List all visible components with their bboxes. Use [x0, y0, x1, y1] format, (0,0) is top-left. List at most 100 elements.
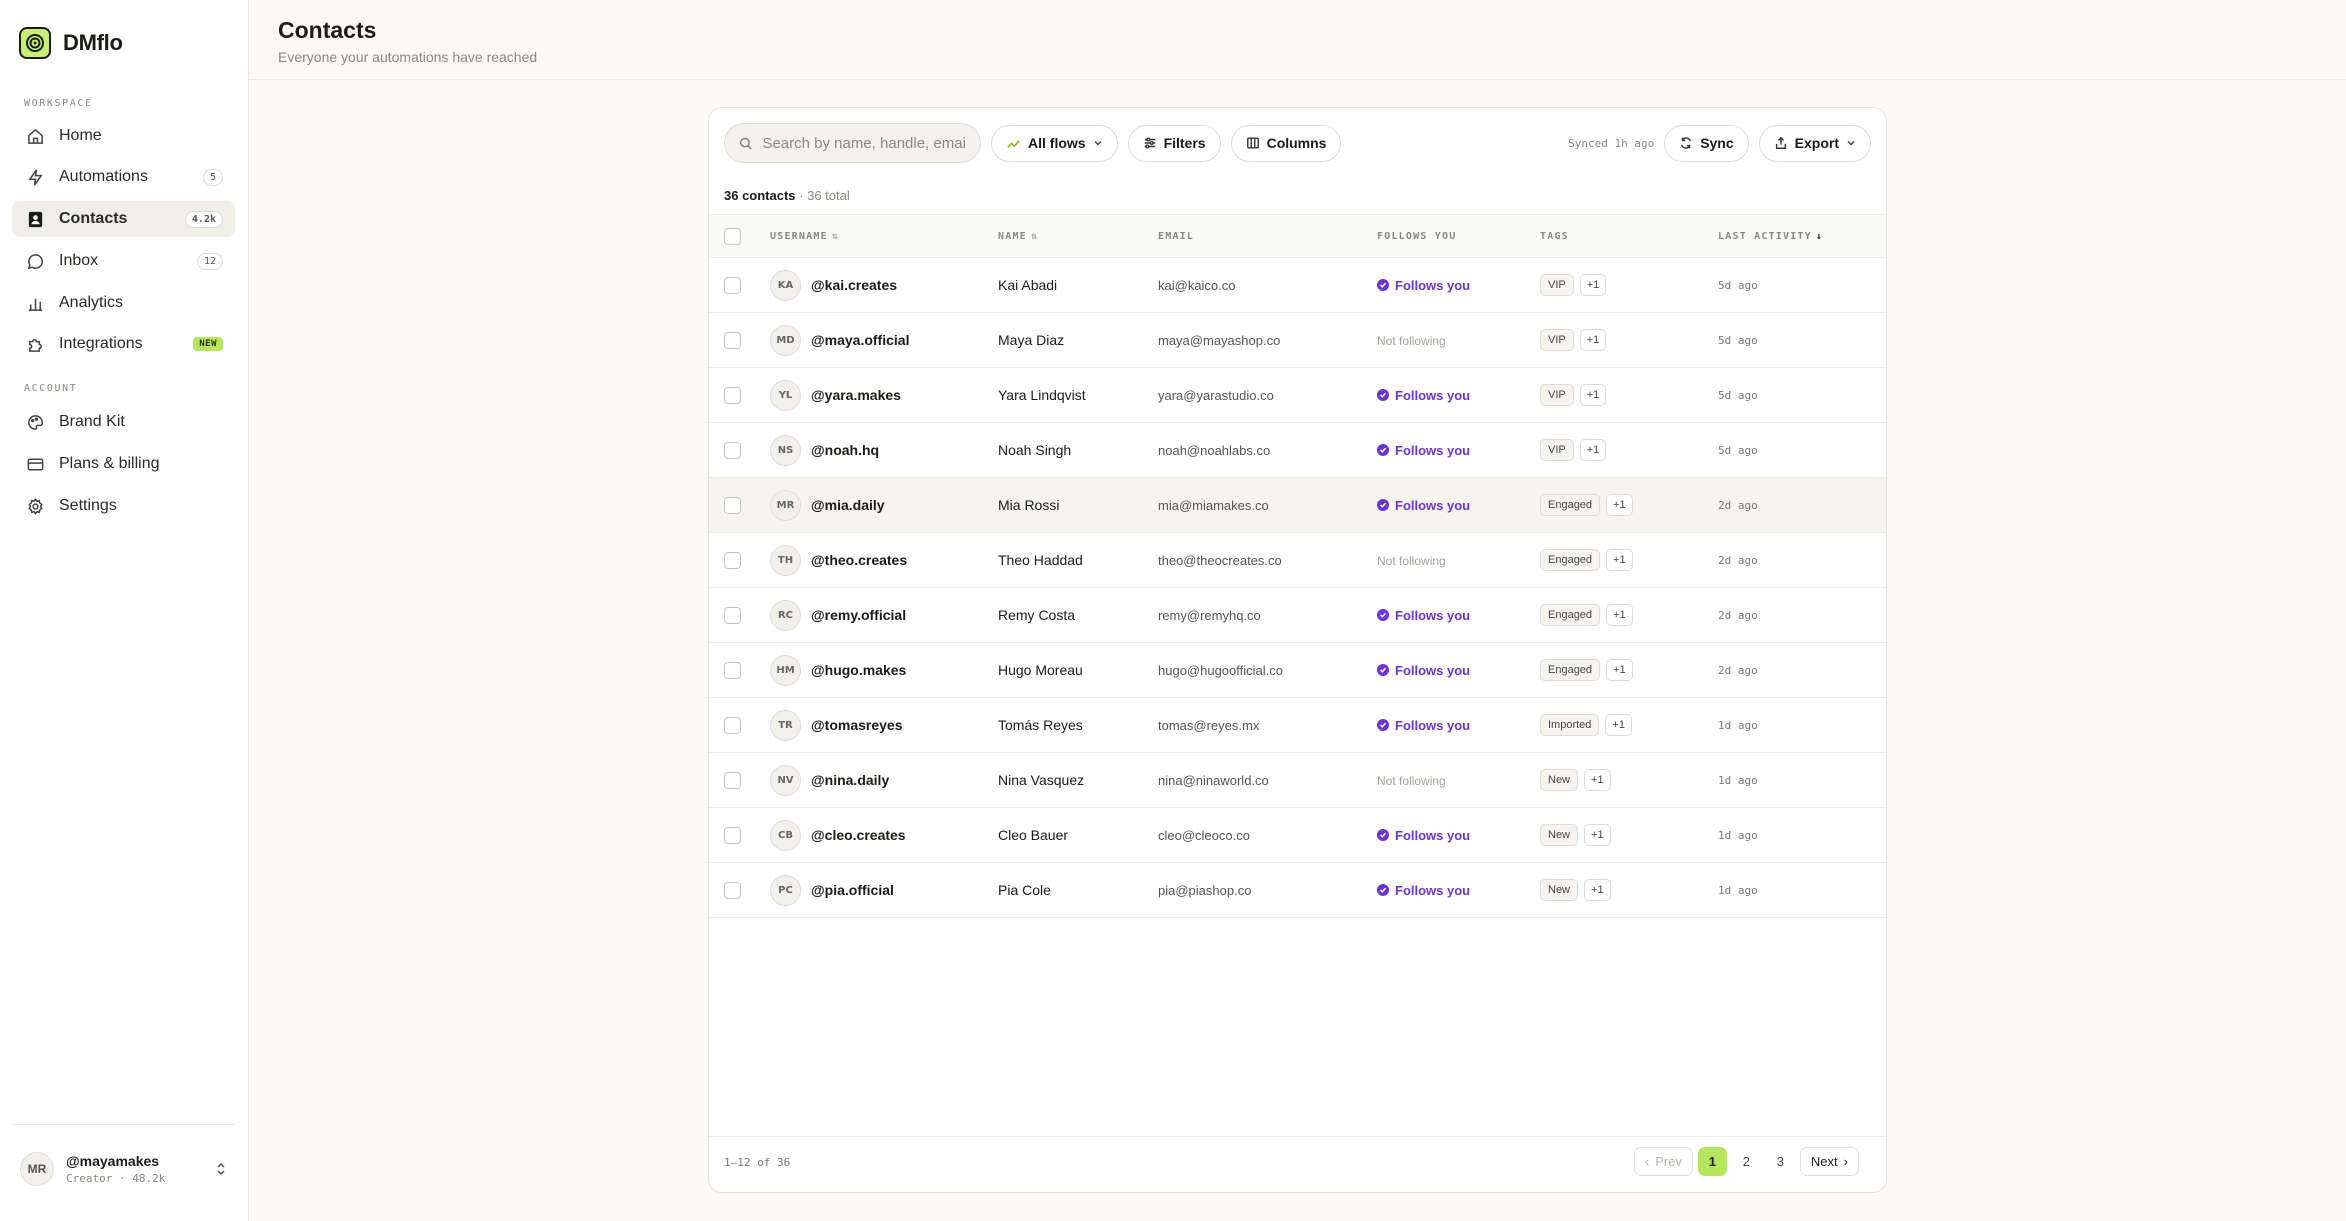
row-checkbox[interactable] — [724, 826, 741, 844]
user-menu[interactable]: MR @mayamakes Creator · 48.2k — [12, 1124, 235, 1212]
col-header-last-activity[interactable]: LAST ACTIVITY ↓ — [1718, 215, 1886, 258]
flows-dropdown[interactable]: All flows — [991, 124, 1118, 162]
table-row[interactable]: YL @yara.makes Yara Lindqvist yara@yarastud… — [709, 368, 1886, 423]
tag-badge[interactable]: Engaged — [1540, 659, 1601, 681]
more-tags-badge[interactable]: +1 — [1579, 329, 1607, 351]
table-row[interactable]: MR @mia.daily Mia Rossi mia@miamakes.co Foll… — [709, 477, 1886, 533]
search-box — [724, 123, 981, 163]
row-checkbox[interactable] — [724, 606, 741, 624]
avatar: HM — [770, 654, 801, 686]
brand[interactable]: DMflo — [19, 27, 123, 59]
contact-handle[interactable]: @pia.official — [811, 882, 894, 898]
more-tags-badge[interactable]: +1 — [1606, 604, 1633, 626]
contact-handle[interactable]: @noah.hq — [811, 442, 879, 458]
tag-badge[interactable]: VIP — [1540, 384, 1574, 406]
avatar: TR — [770, 709, 801, 741]
page-2-button[interactable]: 2 — [1732, 1147, 1761, 1176]
table-row[interactable]: MD @maya.official Maya Diaz maya@mayashop.c… — [709, 313, 1886, 368]
sidebar-item-label: Automations — [59, 168, 148, 185]
contact-handle[interactable]: @maya.official — [811, 332, 909, 348]
contact-email: hugo@hugoofficial.co — [1158, 662, 1283, 678]
contact-handle[interactable]: @hugo.makes — [811, 662, 906, 678]
row-checkbox[interactable] — [724, 331, 741, 349]
table-row[interactable]: TR @tomasreyes Tomás Reyes tomas@reyes.mx Fo… — [709, 698, 1886, 753]
row-checkbox[interactable] — [724, 771, 741, 789]
contact-handle[interactable]: @tomasreyes — [811, 717, 902, 733]
export-button[interactable]: Export — [1758, 124, 1871, 162]
tag-badge[interactable]: New — [1540, 879, 1579, 901]
contact-name: Pia Cole — [998, 882, 1051, 898]
more-tags-badge[interactable]: +1 — [1606, 549, 1633, 571]
sync-button[interactable]: Sync — [1664, 124, 1749, 162]
prev-page-button[interactable]: ‹ Prev — [1633, 1147, 1693, 1176]
col-header-username[interactable]: USERNAME ⇅ — [770, 215, 998, 258]
page-3-button[interactable]: 3 — [1766, 1147, 1795, 1176]
filters-button[interactable]: Filters — [1127, 124, 1221, 162]
row-checkbox[interactable] — [724, 661, 741, 679]
sidebar-item-home[interactable]: Home — [12, 118, 235, 154]
row-checkbox[interactable] — [724, 881, 741, 899]
tag-badge[interactable]: VIP — [1540, 439, 1574, 461]
table-row[interactable]: TH @theo.creates Theo Haddad theo@theocreat… — [709, 533, 1886, 588]
contact-handle[interactable]: @yara.makes — [811, 387, 901, 403]
select-all-checkbox[interactable] — [724, 227, 741, 245]
tag-badge[interactable]: Imported — [1540, 714, 1600, 736]
next-page-button[interactable]: Next › — [1799, 1147, 1859, 1176]
table-row[interactable]: HM @hugo.makes Hugo Moreau hugo@hugoofficia… — [709, 643, 1886, 698]
follows-you-status: Follows you — [1377, 828, 1540, 843]
table-row[interactable]: CB @cleo.creates Cleo Bauer cleo@cleoco.co F… — [709, 808, 1886, 863]
table-row[interactable]: KA @kai.creates Kai Abadi kai@kaico.co Follo… — [709, 258, 1886, 313]
sidebar-item-analytics[interactable]: Analytics — [12, 285, 235, 321]
row-checkbox[interactable] — [724, 716, 741, 734]
sidebar-item-settings[interactable]: Settings — [12, 488, 235, 524]
tag-badge[interactable]: VIP — [1540, 329, 1574, 351]
contact-handle[interactable]: @nina.daily — [811, 772, 889, 788]
chevron-up-down-icon[interactable] — [215, 1161, 227, 1177]
contact-handle[interactable]: @theo.creates — [811, 552, 907, 568]
contact-name: Maya Diaz — [998, 332, 1065, 348]
row-checkbox[interactable] — [724, 441, 741, 459]
columns-button[interactable]: Columns — [1230, 124, 1342, 162]
sidebar-item-billing[interactable]: Plans & billing — [12, 446, 235, 482]
contact-name: Noah Singh — [998, 442, 1072, 458]
more-tags-badge[interactable]: +1 — [1584, 769, 1611, 791]
contact-handle[interactable]: @remy.official — [811, 607, 906, 623]
table-row[interactable]: PC @pia.official Pia Cole pia@piashop.co Fol… — [709, 863, 1886, 918]
contact-name: Nina Vasquez — [998, 772, 1085, 788]
more-tags-badge[interactable]: +1 — [1584, 879, 1611, 901]
tag-badge[interactable]: New — [1540, 824, 1579, 846]
table-row[interactable]: NV @nina.daily Nina Vasquez nina@ninaworld.… — [709, 753, 1886, 808]
table-row[interactable]: RC @remy.official Remy Costa remy@remyhq.co… — [709, 588, 1886, 643]
tag-badge[interactable]: Engaged — [1540, 494, 1601, 516]
sync-status: Synced 1h ago — [1568, 136, 1655, 150]
row-checkbox[interactable] — [724, 496, 741, 514]
more-tags-badge[interactable]: +1 — [1605, 714, 1632, 736]
more-tags-badge[interactable]: +1 — [1606, 659, 1633, 681]
contact-handle[interactable]: @mia.daily — [811, 497, 885, 513]
row-checkbox[interactable] — [724, 551, 741, 569]
sidebar-item-automations[interactable]: Automations 5 — [12, 159, 235, 195]
page-1-button[interactable]: 1 — [1697, 1147, 1727, 1176]
tag-badge[interactable]: Engaged — [1540, 549, 1601, 571]
more-tags-badge[interactable]: +1 — [1579, 439, 1607, 461]
sidebar-item-contacts[interactable]: Contacts 4.2k — [12, 201, 235, 237]
more-tags-badge[interactable]: +1 — [1606, 494, 1633, 516]
tag-badge[interactable]: Engaged — [1540, 604, 1601, 626]
search-input[interactable] — [762, 134, 966, 152]
sidebar-item-integrations[interactable]: Integrations NEW — [12, 326, 235, 362]
tag-badge[interactable]: VIP — [1540, 274, 1574, 296]
more-tags-badge[interactable]: +1 — [1579, 384, 1607, 406]
row-checkbox[interactable] — [724, 276, 741, 294]
contact-handle[interactable]: @kai.creates — [811, 277, 897, 293]
tag-badge[interactable]: New — [1540, 769, 1579, 791]
contact-handle[interactable]: @cleo.creates — [811, 827, 906, 843]
table-row[interactable]: NS @noah.hq Noah Singh noah@noahlabs.co Foll… — [709, 423, 1886, 478]
sort-icon: ⇅ — [1030, 230, 1039, 242]
count-badge: 5 — [202, 168, 223, 186]
more-tags-badge[interactable]: +1 — [1579, 274, 1607, 296]
sidebar-item-brand-kit[interactable]: Brand Kit — [12, 404, 235, 440]
col-header-name[interactable]: NAME ⇅ — [998, 215, 1158, 258]
more-tags-badge[interactable]: +1 — [1584, 824, 1611, 846]
sidebar-item-inbox[interactable]: Inbox 12 — [12, 243, 235, 279]
row-checkbox[interactable] — [724, 386, 741, 404]
